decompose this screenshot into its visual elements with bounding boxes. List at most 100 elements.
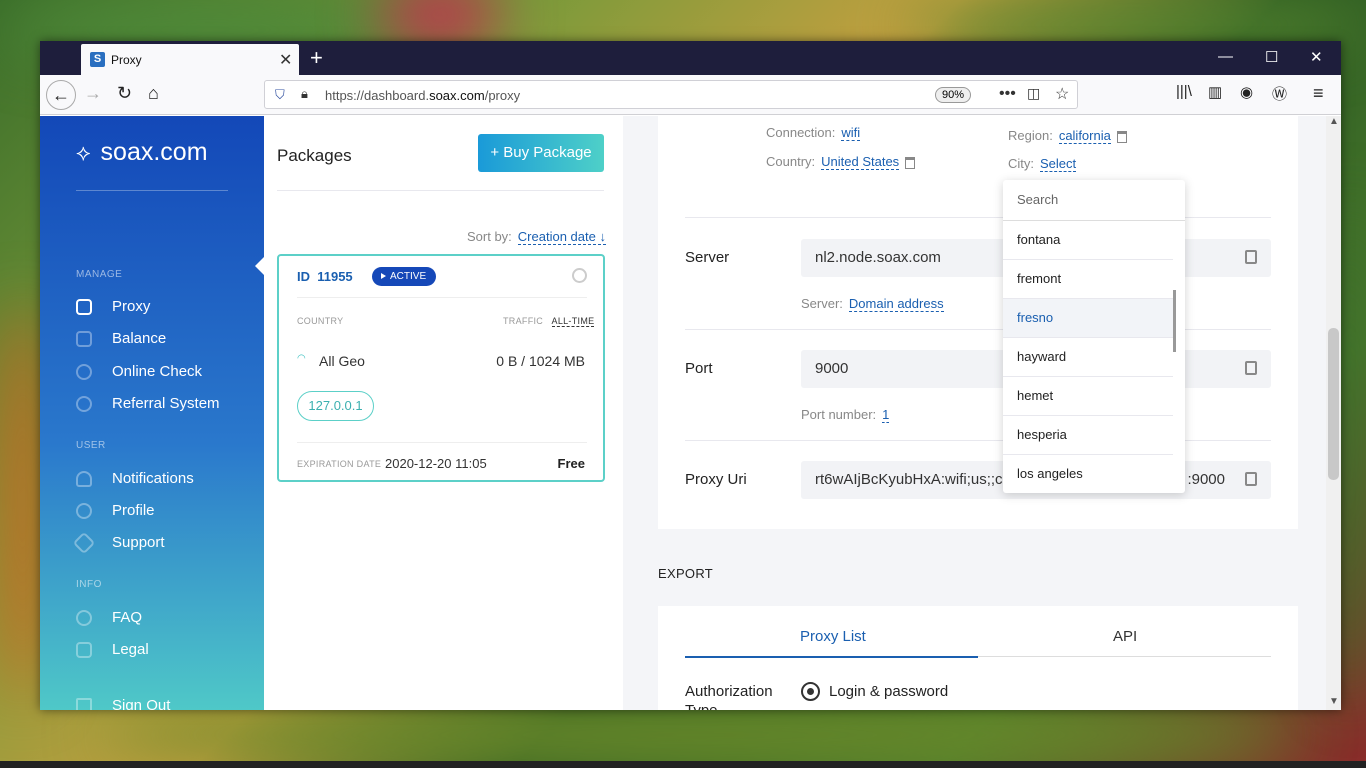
server-type-link[interactable]: Domain address [848,296,944,312]
forward-icon[interactable]: → [84,83,102,104]
city-option[interactable]: fremont [1003,260,1173,299]
back-icon[interactable]: ← [46,80,76,110]
dropdown-scrollbar[interactable] [1173,290,1176,352]
auth-type-label: Authorization Type [685,683,773,710]
sort-control: Sort by: Creation date ↓ [467,229,606,245]
title-bar: S Proxy ✕ + — ☐ ✕ [40,41,1341,75]
city-option[interactable]: hayward [1003,338,1173,377]
pocket-icon[interactable]: ◫ [1027,85,1040,102]
active-tab-underline [685,656,978,658]
city-option[interactable]: hemet [1003,377,1173,416]
city-option[interactable]: fontana [1003,221,1173,260]
minimize-icon[interactable]: — [1218,48,1233,65]
user-icon [76,502,92,519]
bell-icon [76,470,92,487]
library-icon[interactable]: |||\ [1176,83,1192,100]
more-actions-icon[interactable]: ••• [999,85,1016,103]
city-select-link[interactable]: Select [1040,156,1077,172]
traffic-period-link[interactable]: ALL-TIME [551,316,595,327]
sidebar-item-balance[interactable]: Balance [76,330,166,347]
package-card[interactable]: ID 11955 ACTIVE COUNTRY TRAFFIC ALL-TIME… [277,254,605,482]
status-badge: ACTIVE [372,267,437,286]
tab-api[interactable]: API [1113,628,1137,645]
zoom-level[interactable]: 90% [935,87,971,103]
trash-icon[interactable] [905,156,916,169]
extension-icon[interactable]: Ⓦ [1272,83,1287,104]
copy-icon[interactable] [1245,361,1257,375]
ip-whitelist-pill[interactable]: 127.0.0.1 [297,391,374,421]
sidebar-item-support[interactable]: Support [72,531,165,554]
packages-title: Packages [277,146,352,165]
buy-package-button[interactable]: + Buy Package [478,134,604,172]
nav-bar: ← → ↻ ⌂ ⛉ 🔒︎ https://dashboard.soax.com/… [40,75,1341,115]
sign-out-button[interactable]: Sign Out [76,697,170,710]
url-text[interactable]: https://dashboard.soax.com/proxy [325,88,520,103]
referral-icon [76,395,92,412]
shield-icon[interactable]: ⛉ [275,87,285,103]
region-link[interactable]: california [1058,128,1111,144]
sidebar-item-faq[interactable]: FAQ [76,609,142,626]
packages-panel: Packages + Buy Package Sort by: Creation … [264,116,623,710]
settings-icon[interactable] [572,268,587,283]
tab-title: Proxy [111,53,142,67]
bookmark-star-icon[interactable]: ☆ [1055,84,1069,104]
page-scrollbar[interactable]: ▲ ▼ [1326,116,1341,710]
city-dropdown: Search fontana fremont fresno hayward he… [1003,180,1185,493]
scroll-up-icon[interactable]: ▲ [1329,116,1339,127]
sidebar-item-notifications[interactable]: Notifications [76,470,194,487]
reload-icon[interactable]: ↻ [117,83,132,104]
tab-proxy-list[interactable]: Proxy List [800,628,866,645]
browser-tab[interactable]: S Proxy ✕ [81,44,299,75]
city-option-highlighted[interactable]: fresno [1003,299,1173,338]
maximize-icon[interactable]: ☐ [1265,48,1278,66]
proxy-settings-panel: Connection: wifi Country: United States Re… [658,116,1298,529]
city-search-input[interactable]: Search [1003,180,1185,221]
close-window-icon[interactable]: ✕ [1310,48,1323,66]
sidebar-item-online-check[interactable]: Online Check [76,363,202,380]
lock-icon[interactable]: 🔒︎ [301,86,308,102]
port-number-link[interactable]: 1 [882,407,890,423]
home-icon[interactable]: ⌂ [148,83,159,104]
country-label: COUNTRY [297,316,344,326]
address-bar[interactable]: ⛉ 🔒︎ https://dashboard.soax.com/proxy 90… [264,80,1078,109]
close-tab-icon[interactable]: ✕ [279,50,292,70]
plan-name: Free [557,456,585,471]
sort-creation-date-link[interactable]: Creation date ↓ [517,229,606,245]
sidebar-item-profile[interactable]: Profile [76,502,155,519]
scroll-down-icon[interactable]: ▼ [1329,696,1339,707]
logo[interactable]: ⟡ soax.com [76,138,208,167]
proxy-icon [76,298,92,315]
server-type-setting: Server: Domain address [801,296,944,312]
geo-value: All Geo [319,353,365,369]
traffic-label: TRAFFIC ALL-TIME [503,316,595,327]
login-password-label: Login & password [829,683,949,700]
sidebar-toggle-icon[interactable]: ▥ [1208,83,1222,101]
copy-icon[interactable] [1245,250,1257,264]
sidebar-item-proxy[interactable]: Proxy [76,298,150,315]
connection-link[interactable]: wifi [841,125,861,141]
login-password-radio[interactable] [801,682,820,701]
expiration-date: 2020-12-20 11:05 [385,456,487,471]
tab-underline [978,656,1271,657]
scrollbar-thumb[interactable] [1328,328,1339,480]
port-label: Port [685,360,713,377]
new-tab-icon[interactable]: + [310,45,323,71]
menu-icon[interactable]: ≡ [1313,83,1324,104]
card-divider-bottom [297,442,587,443]
trash-icon[interactable] [1116,130,1127,143]
package-id: ID 11955 [297,269,353,284]
proxy-settings-area: Connection: wifi Country: United States Re… [623,116,1326,710]
packages-divider [277,190,604,191]
city-option[interactable]: los angeles [1003,455,1173,493]
city-option[interactable]: hesperia [1003,416,1173,455]
account-icon[interactable]: ◉ [1240,83,1253,101]
export-panel: Proxy List API Authorization Type Login … [658,606,1298,710]
sidebar-item-legal[interactable]: Legal [76,641,149,658]
server-label: Server [685,249,730,266]
connection-setting: Connection: wifi [766,125,861,141]
country-setting: Country: United States [766,154,916,170]
sidebar-item-referral[interactable]: Referral System [76,395,220,412]
section-user: USER [76,440,106,451]
copy-icon[interactable] [1245,472,1257,486]
country-link[interactable]: United States [821,154,900,170]
